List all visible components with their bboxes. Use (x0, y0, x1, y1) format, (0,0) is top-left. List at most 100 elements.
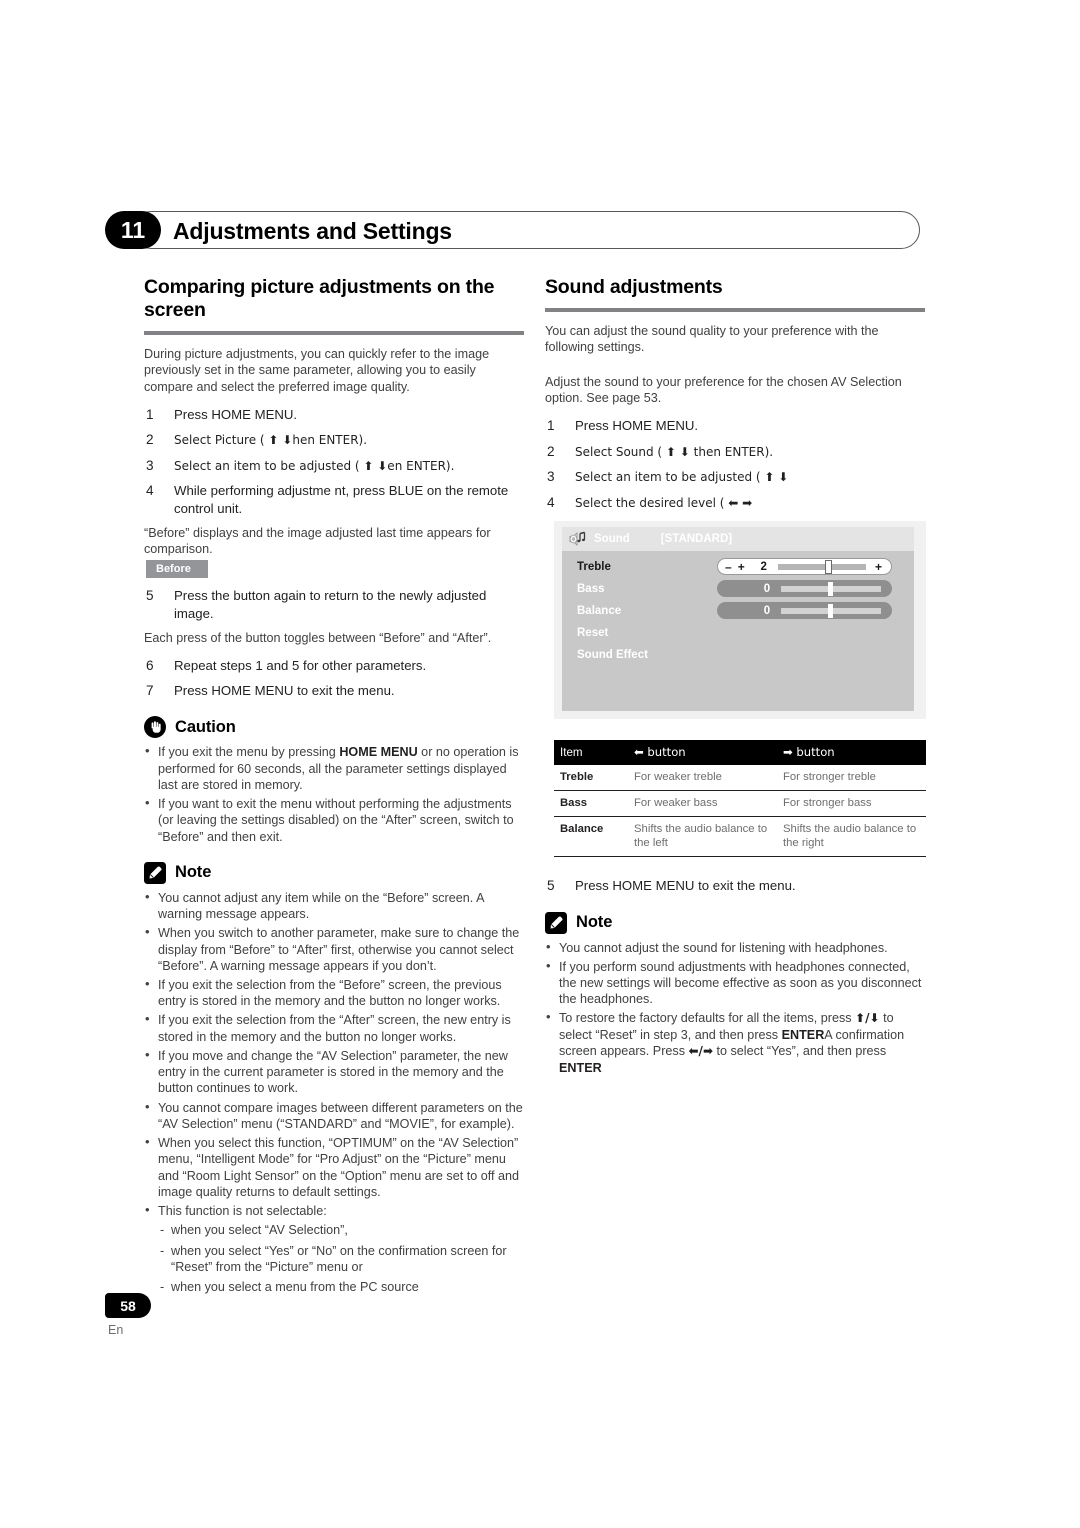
table-cell-left: Shifts the audio balance to the left (628, 816, 777, 858)
heading-rule (144, 331, 524, 335)
step-text: While performing adjustme nt, press BLUE… (174, 483, 509, 516)
osd-item-label: Sound Effect (577, 648, 648, 661)
table-cell-right: For stronger bass (777, 790, 926, 818)
plus-icon-left[interactable]: + (738, 560, 745, 574)
slider-track[interactable] (781, 603, 881, 618)
procedure-steps-1: 1 Press HOME MENU. 2 Select Picture ( ⬆ … (144, 406, 524, 517)
chapter-header: 11 Adjustments and Settings (105, 211, 920, 251)
note-callout-heading: Note (545, 911, 925, 934)
button-function-table: Item ⬅ button ➡ button Treble For weaker… (554, 740, 926, 858)
step-number: 1 (146, 407, 154, 423)
after-step5-note: Each press of the button toggles between… (144, 630, 492, 645)
list-item: If you move and change the “AV Selection… (144, 1047, 524, 1097)
step-item: 5 Press HOME MENU to exit the menu. (545, 877, 925, 894)
slider-knob[interactable] (824, 559, 832, 574)
section-heading-sound: Sound adjustments (545, 276, 723, 298)
step-item: 1 Press HOME MENU. (144, 406, 524, 423)
enter-key-label: ENTER (781, 1027, 825, 1042)
hand-stop-icon (144, 716, 166, 739)
after-step4-note: “Before” displays and the image adjusted… (144, 525, 491, 557)
table-cell-left: For weaker treble (628, 765, 777, 792)
list-item: If you want to exit the menu without per… (144, 795, 524, 845)
intro-paragraph: During picture adjustments, you can quic… (144, 347, 490, 394)
osd-row-reset[interactable]: Reset (562, 623, 914, 642)
note-bullet-list: You cannot adjust the sound for listenin… (545, 939, 925, 1076)
step-number: 7 (146, 683, 154, 699)
caution-title: Caution (175, 717, 236, 736)
slider-track[interactable] (777, 559, 866, 574)
page-number: 58 (105, 1293, 151, 1318)
procedure-steps-2: 5 Press the button again to return to th… (144, 587, 524, 621)
list-item: To restore the factory defaults for all … (545, 1009, 925, 1075)
step-item: 4 Select the desired level ( ⬅ ➡ (545, 494, 925, 512)
step-number: 4 (146, 483, 154, 499)
step-number: 2 (146, 432, 154, 448)
manual-page: 11 Adjustments and Settings Comparing pi… (0, 0, 1080, 1528)
list-item: You cannot compare images between differ… (144, 1099, 524, 1132)
osd-row-balance[interactable]: Balance 0 (562, 601, 914, 620)
pencil-icon (545, 911, 567, 934)
step-item: 4 While performing adjustme nt, press BL… (144, 482, 524, 516)
sub-list-item: when you select “Yes” or “No” on the con… (158, 1243, 524, 1275)
arrow-up-down-icon: ⬆/⬇ (855, 1011, 880, 1026)
arrow-left-right-icon: ⬅/➡ (688, 1044, 714, 1059)
osd-row-treble[interactable]: Treble – + 2 + (562, 557, 914, 576)
slider-knob[interactable] (828, 603, 833, 618)
step-text: Select the desired level ( ⬅ ➡ (575, 495, 753, 510)
step-number: 5 (547, 878, 555, 894)
sub-list-item: when you select “AV Selection”, (158, 1222, 524, 1238)
step-text: Press HOME MENU to exit the menu. (575, 878, 796, 894)
plus-icon-right[interactable]: + (875, 561, 882, 573)
before-badge: Before (146, 560, 208, 579)
speaker-music-icon (567, 530, 593, 548)
heading-rule (545, 308, 925, 312)
pencil-icon (144, 861, 166, 884)
procedure-steps-sound: 1 Press HOME MENU. 2 Select Sound ( ⬆ ⬇ … (545, 417, 925, 511)
osd-slider-treble[interactable]: – + 2 + (717, 558, 892, 576)
slider-knob[interactable] (828, 581, 833, 596)
step-text: Select Sound ( ⬆ ⬇ then ENTER). (575, 444, 774, 459)
step-item: 7 Press HOME MENU to exit the menu. (144, 682, 524, 699)
step-number: 3 (547, 469, 555, 485)
table-cell-right: Shifts the audio balance to the right (777, 816, 926, 858)
note-text-d: to select “Yes”, and then press (713, 1044, 887, 1059)
minus-icon[interactable]: – (725, 561, 732, 573)
table-header-right-button: ➡ button (777, 740, 926, 766)
table-row: Balance Shifts the audio balance to the … (554, 816, 926, 858)
table-cell-item: Balance (554, 816, 628, 858)
step-text: Press the button again to return to the … (174, 588, 487, 621)
list-item: If you exit the menu by pressing HOME ME… (144, 743, 524, 793)
osd-value: 0 (763, 604, 771, 617)
table-header-row: Item ⬅ button ➡ button (554, 740, 926, 766)
bold-term: HOME MENU (339, 745, 418, 760)
table-row: Bass For weaker bass For stronger bass (554, 790, 926, 818)
osd-row-bass[interactable]: Bass 0 (562, 579, 914, 598)
list-item: You cannot adjust any item while on the … (144, 889, 524, 922)
osd-menu-body: Treble – + 2 + Bass 0 Balance 0 Reset So… (562, 551, 914, 712)
chapter-number: 11 (105, 211, 161, 249)
list-item: If you perform sound adjustments with he… (545, 958, 925, 1008)
osd-slider-balance[interactable]: 0 (717, 602, 892, 620)
step-item: 1 Press HOME MENU. (545, 417, 925, 434)
page-footer: 58 En (105, 1293, 151, 1337)
step-text: Select an item to be adjusted ( ⬆ ⬇ (575, 470, 789, 485)
table-header-left-button: ⬅ button (628, 740, 777, 766)
osd-slider-bass[interactable]: 0 (717, 580, 892, 598)
step-number: 4 (547, 494, 555, 510)
table-cell-item: Bass (554, 790, 628, 818)
osd-row-sound-effect[interactable]: Sound Effect (562, 645, 914, 664)
osd-item-label: Treble (577, 560, 611, 573)
step-item: 2 Select Picture ( ⬆ ⬇hen ENTER). (144, 431, 524, 449)
step-item: 6 Repeat steps 1 and 5 for other paramet… (144, 657, 524, 674)
osd-screenshot-sound-menu: Sound [STANDARD] Treble – + 2 + Bass 0 B… (554, 521, 926, 720)
list-item: When you select this function, “OPTIMUM”… (144, 1134, 524, 1200)
caution-bullet-list: If you exit the menu by pressing HOME ME… (144, 743, 524, 845)
slider-track[interactable] (781, 581, 881, 596)
osd-title-bar: Sound [STANDARD] (562, 527, 914, 552)
step-item: 2 Select Sound ( ⬆ ⬇ then ENTER). (545, 443, 925, 461)
note-sub-list: when you select “AV Selection”, when you… (158, 1222, 524, 1295)
step-text: Press HOME MENU. (575, 418, 699, 434)
language-code: En (108, 1323, 124, 1337)
procedure-step-5: 5 Press HOME MENU to exit the menu. (545, 877, 925, 894)
list-item: When you switch to another parameter, ma… (144, 924, 524, 974)
